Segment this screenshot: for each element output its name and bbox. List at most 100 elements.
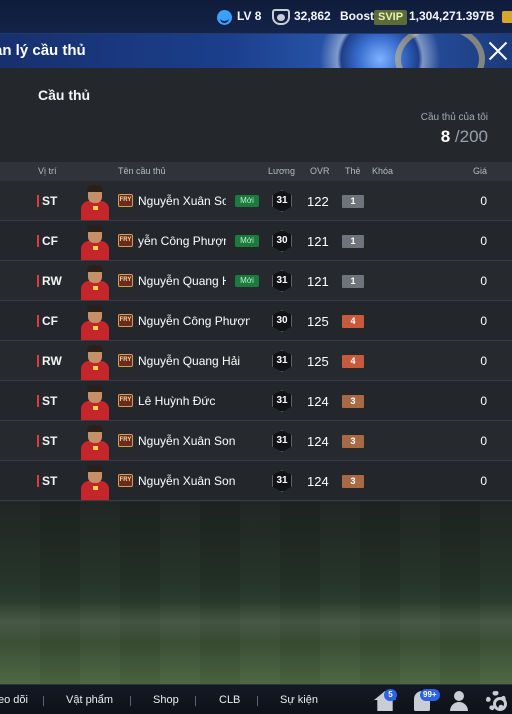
own-players-label: Cầu thủ của tôi	[420, 112, 488, 123]
season-icon: FRY	[118, 234, 133, 247]
close-icon[interactable]	[484, 37, 512, 65]
bp-value: 1,304,271.397B	[409, 9, 495, 23]
player-management-panel: Cầu thủ Cầu thủ của tôi 8 /200 Vị trí Tê…	[0, 68, 512, 502]
player-position: ST	[42, 434, 58, 448]
player-name: Lê Huỳnh Đức	[138, 394, 216, 408]
title-banner: ản lý cầu thủ	[0, 34, 512, 68]
own-players-count: 8 /200	[441, 127, 488, 147]
fc-coin-icon	[272, 9, 290, 25]
player-name: Nguyễn Xuân Son	[138, 194, 226, 208]
bottom-nav: eo dõi Vật phẩm Shop CLB Sự kiện 5 99+	[0, 684, 512, 714]
player-avatar	[78, 384, 112, 420]
player-position: CF	[42, 314, 58, 328]
player-name: Nguyễn Quang Hả	[138, 274, 226, 288]
player-name: yễn Công Phượng	[138, 234, 226, 248]
price-value: 0	[480, 354, 487, 368]
player-name: Nguyễn Xuân Son	[138, 434, 236, 448]
nav-separator	[257, 696, 258, 706]
price-value: 0	[480, 234, 487, 248]
player-position: RW	[42, 354, 62, 368]
pitch-haze	[0, 602, 512, 642]
player-avatar	[78, 464, 112, 500]
col-salary[interactable]: Lương	[268, 166, 295, 176]
table-row[interactable]: RW FRY Nguyễn Quang Hải 31 125 4 0	[0, 341, 512, 381]
player-list: ST FRY Nguyễn Xuân Son Mới 31 122 1 0 CF…	[0, 181, 512, 501]
col-position[interactable]: Vị trí	[38, 166, 57, 176]
nav-club[interactable]: CLB	[219, 694, 240, 706]
price-value: 0	[480, 394, 487, 408]
new-badge: Mới	[235, 235, 259, 247]
season-icon: FRY	[118, 394, 133, 407]
new-badge: Mới	[235, 195, 259, 207]
salary-value: 31	[272, 270, 292, 292]
player-position: ST	[42, 474, 58, 488]
salary-value: 31	[272, 350, 292, 372]
boost-label[interactable]: Boost	[340, 9, 374, 23]
col-ovr[interactable]: OVR	[310, 166, 330, 176]
position-marker	[37, 355, 39, 367]
col-lock[interactable]: Khóa	[372, 166, 393, 176]
col-name[interactable]: Tên cầu thủ	[118, 166, 166, 176]
price-value: 0	[480, 274, 487, 288]
upgrade-grade: 4	[342, 355, 364, 368]
nav-follow[interactable]: eo dõi	[0, 694, 28, 706]
table-row[interactable]: ST FRY Nguyễn Xuân Son Mới 31 122 1 0	[0, 181, 512, 221]
position-marker	[37, 435, 39, 447]
upgrade-grade: 3	[342, 475, 364, 488]
upgrade-grade: 3	[342, 395, 364, 408]
season-icon: FRY	[118, 434, 133, 447]
notification-badge: 99+	[420, 689, 440, 701]
upgrade-grade: 3	[342, 435, 364, 448]
nav-items[interactable]: Vật phẩm	[66, 694, 113, 706]
table-row[interactable]: ST FRY Nguyễn Xuân Son 31 124 3 0	[0, 421, 512, 461]
player-position: ST	[42, 394, 58, 408]
season-icon: FRY	[118, 194, 133, 207]
nav-separator	[195, 696, 196, 706]
position-marker	[37, 235, 39, 247]
nav-events[interactable]: Sự kiện	[280, 694, 318, 706]
upgrade-grade: 1	[342, 195, 364, 208]
table-header: Vị trí Tên cầu thủ Lương OVR Thẻ Khóa Gi…	[0, 162, 512, 181]
nav-shop[interactable]: Shop	[153, 694, 179, 706]
player-name: Nguyễn Xuân Son	[138, 474, 236, 488]
ovr-value: 121	[307, 234, 329, 249]
salary-value: 30	[272, 310, 292, 332]
table-row[interactable]: ST FRY Lê Huỳnh Đức 31 124 3 0	[0, 381, 512, 421]
season-icon: FRY	[118, 314, 133, 327]
col-price[interactable]: Giá	[473, 166, 487, 176]
profile-icon[interactable]	[449, 691, 471, 711]
home-badge: 5	[384, 689, 397, 701]
position-marker	[37, 275, 39, 287]
ovr-value: 124	[307, 474, 329, 489]
new-badge: Mới	[235, 275, 259, 287]
table-row[interactable]: CF FRY yễn Công Phượng Mới 30 121 1 0	[0, 221, 512, 261]
col-grade[interactable]: Thẻ	[345, 166, 361, 176]
top-status-bar: LV 8 32,862 Boost SVIP 1,304,271.397B	[0, 0, 512, 34]
price-value: 0	[480, 474, 487, 488]
stadium-pitch-background	[0, 502, 512, 684]
position-marker	[37, 475, 39, 487]
ovr-value: 124	[307, 434, 329, 449]
table-row[interactable]: ST FRY Nguyễn Xuân Son 31 124 3 0	[0, 461, 512, 501]
season-icon: FRY	[118, 354, 133, 367]
svip-badge[interactable]: SVIP	[374, 10, 408, 25]
table-row[interactable]: CF FRY Nguyễn Công Phượng 30 125 4 0	[0, 301, 512, 341]
player-position: CF	[42, 234, 58, 248]
nav-separator	[43, 696, 44, 706]
player-avatar	[78, 344, 112, 380]
salary-value: 31	[272, 190, 292, 212]
level-text: LV 8	[237, 9, 262, 23]
position-marker	[37, 195, 39, 207]
salary-value: 30	[272, 230, 292, 252]
player-avatar	[78, 304, 112, 340]
ovr-value: 122	[307, 194, 329, 209]
ovr-value: 124	[307, 394, 329, 409]
section-title: Cầu thủ	[38, 87, 91, 103]
player-name: Nguyễn Công Phượng	[138, 314, 250, 328]
upgrade-grade: 4	[342, 315, 364, 328]
ovr-value: 121	[307, 274, 329, 289]
table-row[interactable]: RW FRY Nguyễn Quang Hả Mới 31 121 1 0	[0, 261, 512, 301]
level-icon	[217, 10, 232, 25]
settings-gear-icon[interactable]	[486, 691, 507, 711]
position-marker	[37, 315, 39, 327]
